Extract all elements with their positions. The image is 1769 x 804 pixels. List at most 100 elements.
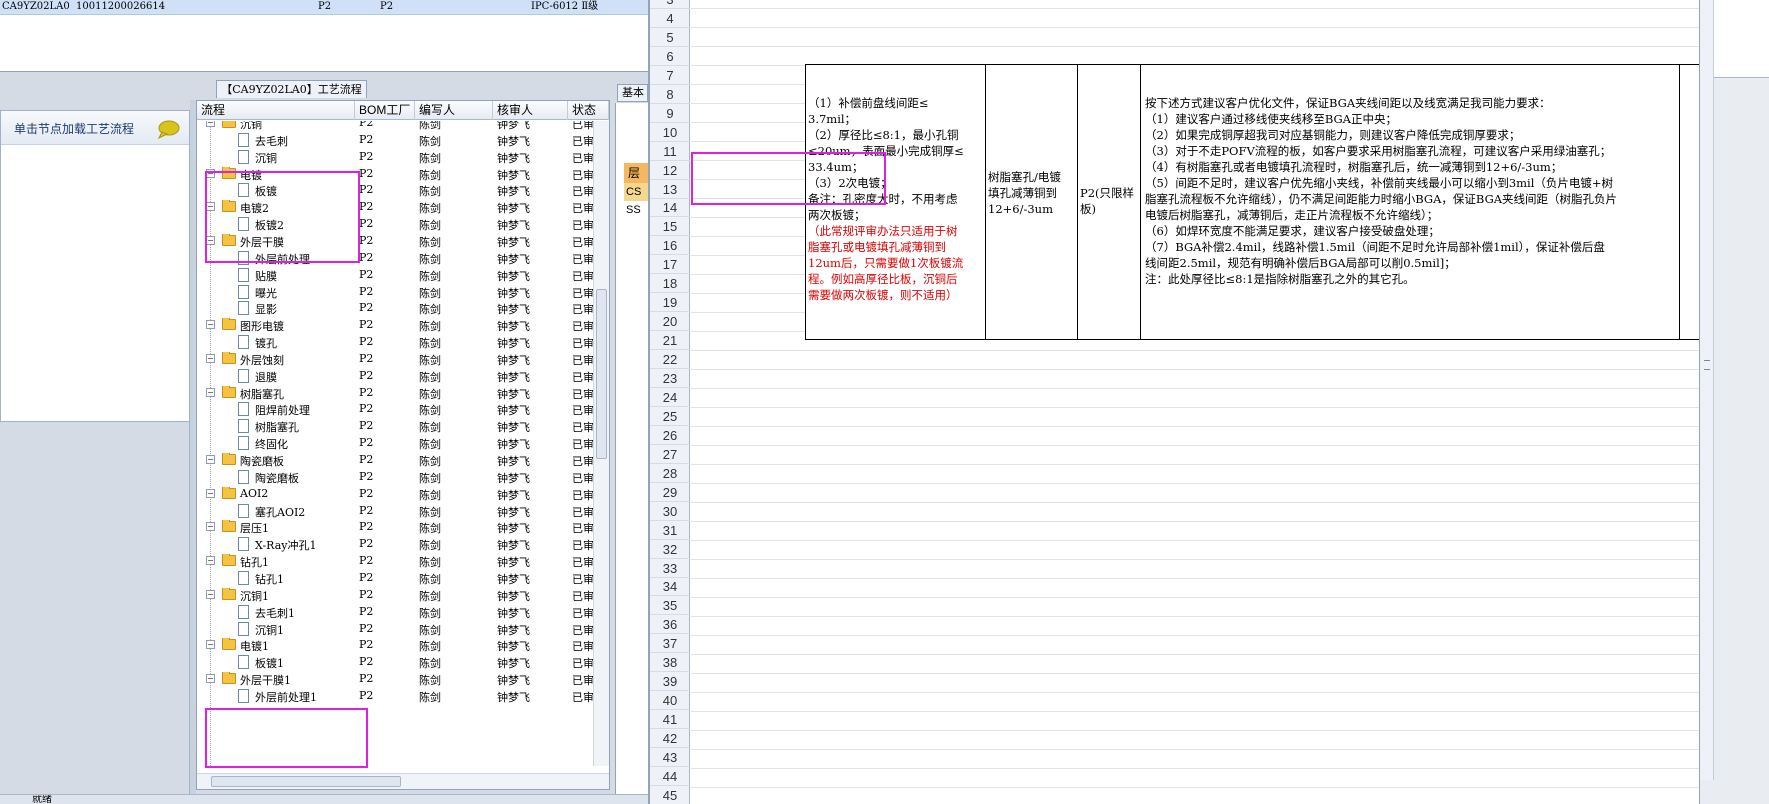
row-header[interactable]: 33 xyxy=(650,559,690,578)
collapse-toggle-icon[interactable]: − xyxy=(206,556,215,566)
spec-text-line: （3）对于不走POFV流程的板，如客户要求采用树脂塞孔流程，可建议客户采用绿油塞… xyxy=(1145,144,1612,158)
collapse-toggle-icon[interactable]: − xyxy=(206,121,215,127)
tree-vertical-scroll-thumb[interactable] xyxy=(596,289,607,459)
row-header[interactable]: 13 xyxy=(650,180,690,199)
row-header[interactable]: 4 xyxy=(650,9,690,28)
document-icon xyxy=(238,132,249,147)
row-header[interactable]: 6 xyxy=(650,47,690,66)
spec-cell-suggestions[interactable]: 按下述方式建议客户优化文件，保证BGA夹线间距以及线宽满足我司能力要求： （1）建… xyxy=(1140,65,1680,339)
row-header[interactable]: 34 xyxy=(650,577,690,597)
row-header[interactable]: 35 xyxy=(650,596,690,616)
row-header[interactable]: 19 xyxy=(650,293,690,313)
tree-horizontal-scroll-thumb[interactable] xyxy=(211,776,401,787)
row-header[interactable]: 15 xyxy=(650,217,690,237)
row-header[interactable]: 40 xyxy=(650,691,690,711)
load-flow-hint[interactable]: 单击节点加载工艺流程 xyxy=(1,111,189,145)
basic-info-panel: 层 CS SS xyxy=(615,103,648,794)
row-header[interactable]: 16 xyxy=(650,236,690,256)
row-header[interactable]: 32 xyxy=(650,540,690,559)
row-header[interactable]: 22 xyxy=(650,350,690,370)
collapse-toggle-icon[interactable]: − xyxy=(206,387,215,397)
row-header[interactable]: 36 xyxy=(650,615,690,635)
bom-cell: P2 xyxy=(359,200,374,214)
spreadsheet-window: 3456789101112131415161718192021222324252… xyxy=(648,0,1699,804)
collapse-toggle-icon[interactable]: − xyxy=(206,522,215,532)
row-header[interactable]: 42 xyxy=(650,729,690,749)
row-header[interactable]: 17 xyxy=(650,255,690,275)
row-header[interactable]: 24 xyxy=(650,388,690,407)
material-id: 10011200026614 xyxy=(76,1,166,12)
row-header[interactable]: 38 xyxy=(650,653,690,673)
load-panel: 单击节点加载工艺流程 xyxy=(0,110,190,422)
row-header[interactable]: 10 xyxy=(650,123,690,142)
row-header[interactable]: 5 xyxy=(650,28,690,47)
col-reviewer[interactable]: 核审人 xyxy=(493,101,568,120)
row-header[interactable]: 21 xyxy=(650,331,690,351)
spec-cell-factory[interactable]: P2(只限样 板) xyxy=(1077,65,1140,339)
collapse-toggle-icon[interactable]: − xyxy=(206,488,215,498)
folder-icon xyxy=(222,318,236,331)
document-icon xyxy=(238,469,249,484)
row-header[interactable]: 39 xyxy=(650,672,690,692)
col-writer[interactable]: 编写人 xyxy=(415,101,493,120)
row-header[interactable]: 27 xyxy=(650,445,690,464)
tree-node[interactable]: 外层前处理1 xyxy=(197,688,347,705)
collapse-toggle-icon[interactable]: − xyxy=(206,455,215,464)
sheet-vertical-scrollbar[interactable] xyxy=(1700,0,1714,780)
folder-icon xyxy=(222,672,236,685)
spec-cell-process[interactable]: 树脂塞孔/电镀 填孔减薄铜到 12+6/-3um xyxy=(985,65,1077,339)
row-header[interactable]: 30 xyxy=(650,502,690,521)
process-flow-app: CA9YZ02LA0 10011200026614 P2 P2 IPC-6012… xyxy=(0,0,648,804)
row-header[interactable]: 14 xyxy=(650,198,690,218)
row-header[interactable]: 12 xyxy=(650,161,690,180)
col-flow[interactable]: 流程 xyxy=(197,101,355,120)
bom-cell: P2 xyxy=(359,284,374,298)
load-flow-label: 单击节点加载工艺流程 xyxy=(14,122,135,136)
tree-row[interactable]: 外层前处理1 P2 陈剑 钟梦飞 已审核 xyxy=(197,686,593,705)
row-header[interactable]: 28 xyxy=(650,464,690,483)
row-header[interactable]: 18 xyxy=(650,274,690,294)
bom-cell: P2 xyxy=(359,688,374,702)
document-icon xyxy=(238,149,249,164)
row-header[interactable]: 9 xyxy=(650,104,690,123)
tab-process-flow[interactable]: 【CA9YZ02LA0】工艺流程 xyxy=(216,80,367,98)
spec-text-line: （7）BGA补偿2.4mil，线路补偿1.5mil（间距不足时允许局部补偿1mi… xyxy=(1145,240,1605,254)
tree-vertical-scrollbar[interactable] xyxy=(593,121,609,766)
row-header[interactable]: 7 xyxy=(650,66,690,85)
row-header[interactable]: 20 xyxy=(650,312,690,332)
folder-icon xyxy=(222,554,236,567)
col-status[interactable]: 状态 xyxy=(568,101,609,120)
selected-material-row[interactable]: CA9YZ02LA0 10011200026614 P2 P2 IPC-6012… xyxy=(0,0,648,15)
row-header[interactable]: 43 xyxy=(650,748,690,767)
tree-node-label: AOI2 xyxy=(240,486,269,500)
collapse-toggle-icon[interactable]: − xyxy=(206,640,215,650)
collapse-toggle-icon[interactable]: − xyxy=(206,589,215,599)
col-bom[interactable]: BOM工厂 xyxy=(355,101,415,120)
folder-icon xyxy=(222,520,236,533)
row-header[interactable]: 31 xyxy=(650,521,690,540)
document-icon xyxy=(238,503,249,518)
spec-text-line: 需要做两次板镀，则不适用） xyxy=(808,288,958,302)
row-header[interactable]: 23 xyxy=(650,369,690,388)
row-header[interactable]: 45 xyxy=(650,786,690,804)
row-header[interactable]: 11 xyxy=(650,142,690,161)
row-header[interactable]: 29 xyxy=(650,483,690,502)
sheet-grid[interactable]: （1）补偿前盘线间距≤ 3.7mil； （2）厚径比≤8:1，最小孔铜 ≤20um，表… xyxy=(691,0,1699,804)
folder-icon xyxy=(222,385,236,398)
collapse-toggle-icon[interactable]: − xyxy=(206,320,215,330)
spec-text-line: 两次板镀； xyxy=(808,208,866,222)
row-header[interactable]: 26 xyxy=(650,426,690,445)
bom-cell: P2 xyxy=(359,604,374,618)
collapse-toggle-icon[interactable]: − xyxy=(206,674,215,684)
tree-horizontal-scrollbar[interactable] xyxy=(197,773,609,789)
bom-cell: P2 xyxy=(359,436,374,450)
row-header[interactable]: 37 xyxy=(650,634,690,654)
row-header[interactable]: 44 xyxy=(650,767,690,786)
tab-basic[interactable]: 基本 xyxy=(617,84,648,102)
row-header[interactable]: 8 xyxy=(650,85,690,104)
row-header[interactable]: 3 xyxy=(650,0,690,9)
row-header[interactable]: 41 xyxy=(650,710,690,730)
collapse-toggle-icon[interactable]: − xyxy=(206,353,215,363)
row-header[interactable]: 25 xyxy=(650,407,690,426)
bom-cell: P2 xyxy=(359,621,374,635)
